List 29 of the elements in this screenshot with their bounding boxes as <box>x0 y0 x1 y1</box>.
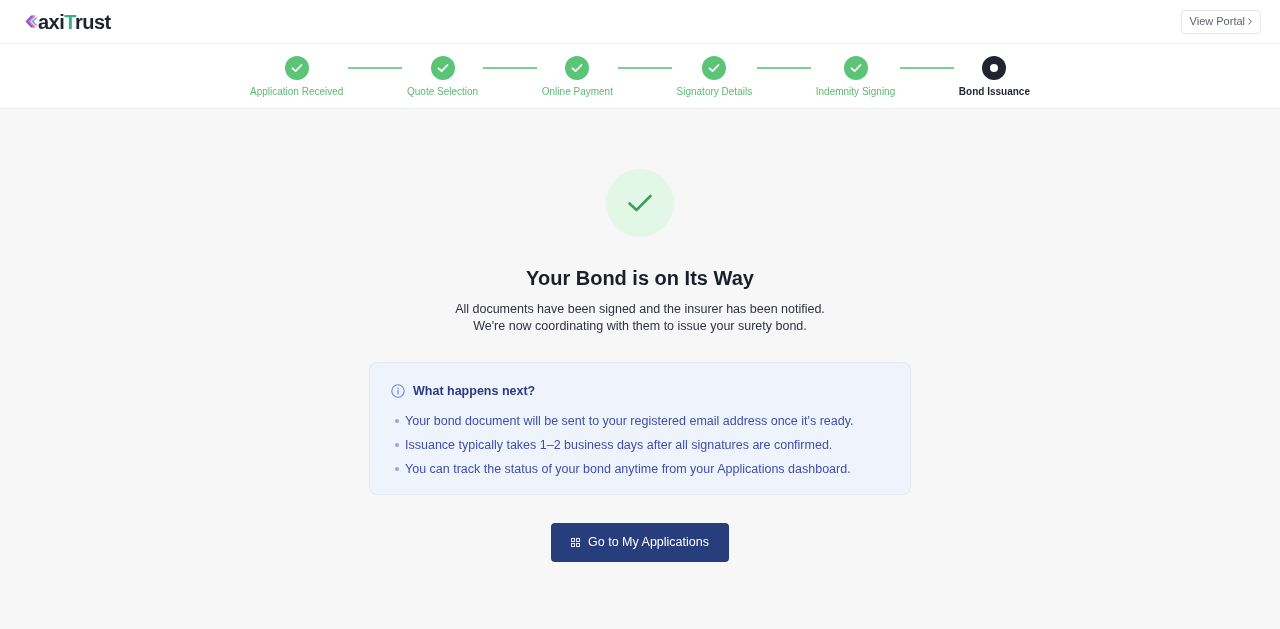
step-connector <box>900 67 954 69</box>
go-to-applications-button[interactable]: Go to My Applications <box>551 523 729 562</box>
step-label: Signatory Details <box>676 86 753 98</box>
info-item-text: Issuance typically takes 1–2 business days after all signatures are confirmed. <box>405 437 833 454</box>
success-check-icon <box>606 169 674 237</box>
bullet-icon <box>395 443 399 447</box>
view-portal-button[interactable]: View Portal <box>1180 9 1261 34</box>
bullet-icon <box>395 467 399 471</box>
step-connector <box>483 67 537 69</box>
chevron-right-icon <box>1248 18 1252 25</box>
info-icon <box>391 384 405 398</box>
confirmation-title: Your Bond is on Its Way <box>526 266 754 290</box>
step-label: Online Payment <box>541 86 613 98</box>
description-line: All documents have been signed and the insurer has been notified. <box>455 301 825 318</box>
step-label: Indemnity Signing <box>815 86 896 98</box>
step-connector <box>348 67 402 69</box>
info-item-text: You can track the status of your bond anytime from your Applications dashboard. <box>405 461 851 478</box>
step-connector <box>757 67 811 69</box>
logo-mark-icon <box>25 15 38 28</box>
grid-icon <box>571 538 581 547</box>
step-label: Quote Selection <box>407 86 479 98</box>
step-label: Application Received <box>250 86 344 98</box>
step-label: Bond Issuance <box>958 86 1030 98</box>
info-item-text: Your bond document will be sent to your registered email address once it's ready. <box>405 413 854 430</box>
info-title: What happens next? <box>413 383 536 400</box>
step-connector <box>617 67 672 69</box>
description-line: We're now coordinating with them to issue your surety bond. <box>473 318 807 335</box>
bullet-icon <box>395 419 399 423</box>
logo-text: axiTrust <box>38 9 111 34</box>
